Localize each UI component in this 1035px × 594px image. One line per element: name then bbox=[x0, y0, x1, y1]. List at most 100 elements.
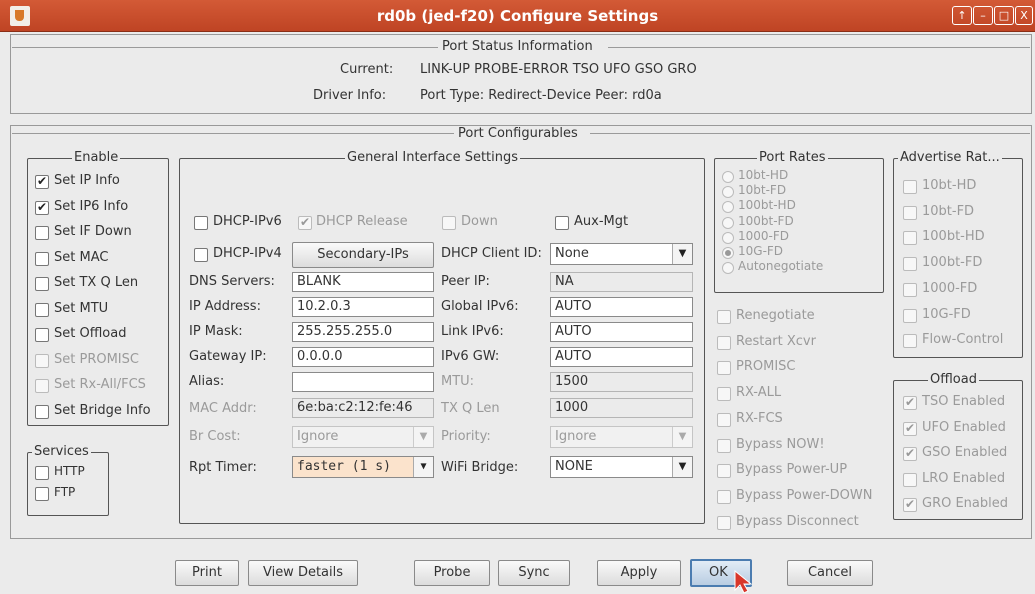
dhcp-ipv4-checkbox[interactable] bbox=[194, 248, 208, 262]
set-tx-q-len-checkbox[interactable] bbox=[35, 277, 49, 291]
global-ipv6-field[interactable]: AUTO bbox=[550, 297, 693, 317]
mac-addr-field[interactable]: 6e:ba:c2:12:fe:46 bbox=[292, 398, 434, 418]
port-configurables-title: Port Configurables bbox=[458, 126, 578, 141]
mtu-field[interactable]: 1500 bbox=[550, 372, 693, 392]
rate-100bt-fd-radio[interactable] bbox=[722, 216, 734, 229]
lro-enabled-checkbox[interactable] bbox=[903, 472, 917, 487]
chevron-down-icon: ▼ bbox=[672, 427, 692, 447]
sync-button[interactable]: Sync bbox=[498, 560, 570, 586]
offload-title: Offload bbox=[928, 372, 979, 387]
rate-10bt-hd-radio[interactable] bbox=[722, 171, 734, 183]
tx-q-len-label: TX Q Len bbox=[441, 401, 500, 416]
set-mac-checkbox[interactable] bbox=[35, 251, 49, 266]
maximize-icon[interactable]: □ bbox=[994, 6, 1014, 25]
dhcp-client-id-select[interactable]: None ▼ bbox=[550, 243, 693, 265]
lro-enabled-label: LRO Enabled bbox=[922, 470, 1006, 486]
dhcp-ipv6-label: DHCP-IPv6 bbox=[213, 214, 282, 229]
br-cost-select[interactable]: Ignore ▼ bbox=[292, 426, 434, 448]
ip-address-field[interactable]: 10.2.0.3 bbox=[292, 297, 434, 317]
tso-enabled-checkbox[interactable] bbox=[903, 395, 917, 410]
set-mtu-checkbox[interactable] bbox=[35, 302, 49, 317]
alias-field[interactable] bbox=[292, 372, 434, 392]
rate-10g-fd-radio[interactable] bbox=[722, 247, 734, 259]
probe-button[interactable]: Probe bbox=[414, 560, 490, 586]
gro-enabled-checkbox[interactable] bbox=[903, 497, 917, 512]
set-bridge-info-label: Set Bridge Info bbox=[54, 402, 151, 418]
restart-xcvr-checkbox[interactable] bbox=[717, 335, 731, 350]
link-ipv6-field[interactable]: AUTO bbox=[550, 322, 693, 342]
wifi-bridge-select[interactable]: NONE ▼ bbox=[550, 456, 693, 478]
bypass-power-down-checkbox[interactable] bbox=[717, 489, 731, 504]
bypass-disconnect-label: Bypass Disconnect bbox=[736, 513, 859, 529]
advertise-10bt-fd-label: 10bt-FD bbox=[922, 203, 975, 219]
rpt-timer-select[interactable]: faster (1 s) ▼ bbox=[292, 456, 434, 478]
bypass-power-up-checkbox[interactable] bbox=[717, 464, 731, 479]
aux-mgt-checkbox[interactable] bbox=[555, 216, 569, 230]
dns-servers-field[interactable]: BLANK bbox=[292, 272, 434, 292]
rate-10bt-hd-label: 10bt-HD bbox=[738, 168, 789, 182]
set-ip6-info-checkbox[interactable] bbox=[35, 200, 49, 215]
down-checkbox[interactable] bbox=[442, 216, 456, 230]
peer-ip-field[interactable]: NA bbox=[550, 272, 693, 292]
set-mac-label: Set MAC bbox=[54, 249, 109, 265]
set-rx-all-fcs-checkbox[interactable] bbox=[35, 379, 49, 393]
enable-group-title: Enable bbox=[72, 150, 121, 165]
print-button[interactable]: Print bbox=[175, 560, 239, 586]
advertise-10bt-fd-checkbox[interactable] bbox=[903, 205, 917, 220]
dhcp-client-id-value: None bbox=[555, 246, 589, 261]
bypass-now-checkbox[interactable] bbox=[717, 438, 731, 453]
cancel-button[interactable]: Cancel bbox=[787, 560, 873, 586]
services-group: Services bbox=[27, 444, 109, 516]
advertise-10bt-hd-checkbox[interactable] bbox=[903, 180, 917, 194]
dhcp-release-label: DHCP Release bbox=[316, 214, 408, 229]
window-title: rd0b (jed-f20) Configure Settings bbox=[376, 7, 659, 25]
advertise-10bt-hd-label: 10bt-HD bbox=[922, 178, 977, 193]
rx-all-checkbox[interactable] bbox=[717, 387, 731, 402]
ftp-checkbox[interactable] bbox=[35, 487, 49, 501]
br-cost-value: Ignore bbox=[297, 429, 339, 444]
set-bridge-info-checkbox[interactable] bbox=[35, 404, 49, 419]
general-interface-title: General Interface Settings bbox=[345, 150, 521, 165]
ipv6-gw-field[interactable]: AUTO bbox=[550, 347, 693, 367]
set-ip-info-checkbox[interactable] bbox=[35, 174, 49, 189]
close-icon[interactable]: X bbox=[1015, 6, 1033, 25]
raise-icon[interactable]: ↑ bbox=[952, 6, 972, 25]
dns-servers-label: DNS Servers: bbox=[189, 274, 275, 289]
tx-q-len-field[interactable]: 1000 bbox=[550, 398, 693, 418]
advertise-100bt-hd-checkbox[interactable] bbox=[903, 231, 917, 246]
bypass-disconnect-checkbox[interactable] bbox=[717, 515, 731, 530]
gateway-ip-field[interactable]: 0.0.0.0 bbox=[292, 347, 434, 367]
set-promisc-checkbox[interactable] bbox=[35, 353, 49, 368]
renegotiate-checkbox[interactable] bbox=[717, 310, 731, 324]
advertise-1000-fd-checkbox[interactable] bbox=[903, 282, 917, 297]
http-checkbox[interactable] bbox=[35, 466, 49, 480]
ufo-enabled-checkbox[interactable] bbox=[903, 421, 917, 436]
rpt-timer-value: faster (1 s) bbox=[297, 459, 391, 474]
global-ipv6-label: Global IPv6: bbox=[441, 299, 519, 314]
priority-select[interactable]: Ignore ▼ bbox=[550, 426, 693, 448]
advertise-10g-fd-checkbox[interactable] bbox=[903, 308, 917, 323]
promisc-checkbox[interactable] bbox=[717, 361, 731, 376]
dhcp-ipv6-checkbox[interactable] bbox=[194, 216, 208, 230]
rate-1000-fd-radio[interactable] bbox=[722, 231, 734, 244]
ip-mask-field[interactable]: 255.255.255.0 bbox=[292, 322, 434, 342]
minimize-icon[interactable]: – bbox=[973, 6, 993, 25]
renegotiate-label: Renegotiate bbox=[736, 308, 815, 323]
dhcp-release-checkbox[interactable] bbox=[298, 215, 312, 230]
advertise-flow-control-checkbox[interactable] bbox=[903, 334, 917, 349]
tso-enabled-label: TSO Enabled bbox=[922, 394, 1006, 409]
rate-10g-fd-label: 10G-FD bbox=[738, 244, 784, 258]
advertise-100bt-fd-checkbox[interactable] bbox=[903, 257, 917, 272]
gateway-ip-label: Gateway IP: bbox=[189, 349, 267, 364]
gso-enabled-checkbox[interactable] bbox=[903, 446, 917, 461]
advertise-100bt-hd-label: 100bt-HD bbox=[922, 229, 985, 245]
secondary-ips-button[interactable]: Secondary-IPs bbox=[292, 242, 434, 268]
rx-fcs-checkbox[interactable] bbox=[717, 412, 731, 427]
set-if-down-checkbox[interactable] bbox=[35, 226, 49, 240]
set-tx-q-len-label: Set TX Q Len bbox=[54, 275, 139, 290]
gro-enabled-label: GRO Enabled bbox=[922, 496, 1009, 511]
apply-button[interactable]: Apply bbox=[597, 560, 681, 586]
set-offload-checkbox[interactable] bbox=[35, 328, 49, 342]
advertise-rates-title: Advertise Rat... bbox=[898, 150, 1002, 165]
view-details-button[interactable]: View Details bbox=[248, 560, 358, 586]
